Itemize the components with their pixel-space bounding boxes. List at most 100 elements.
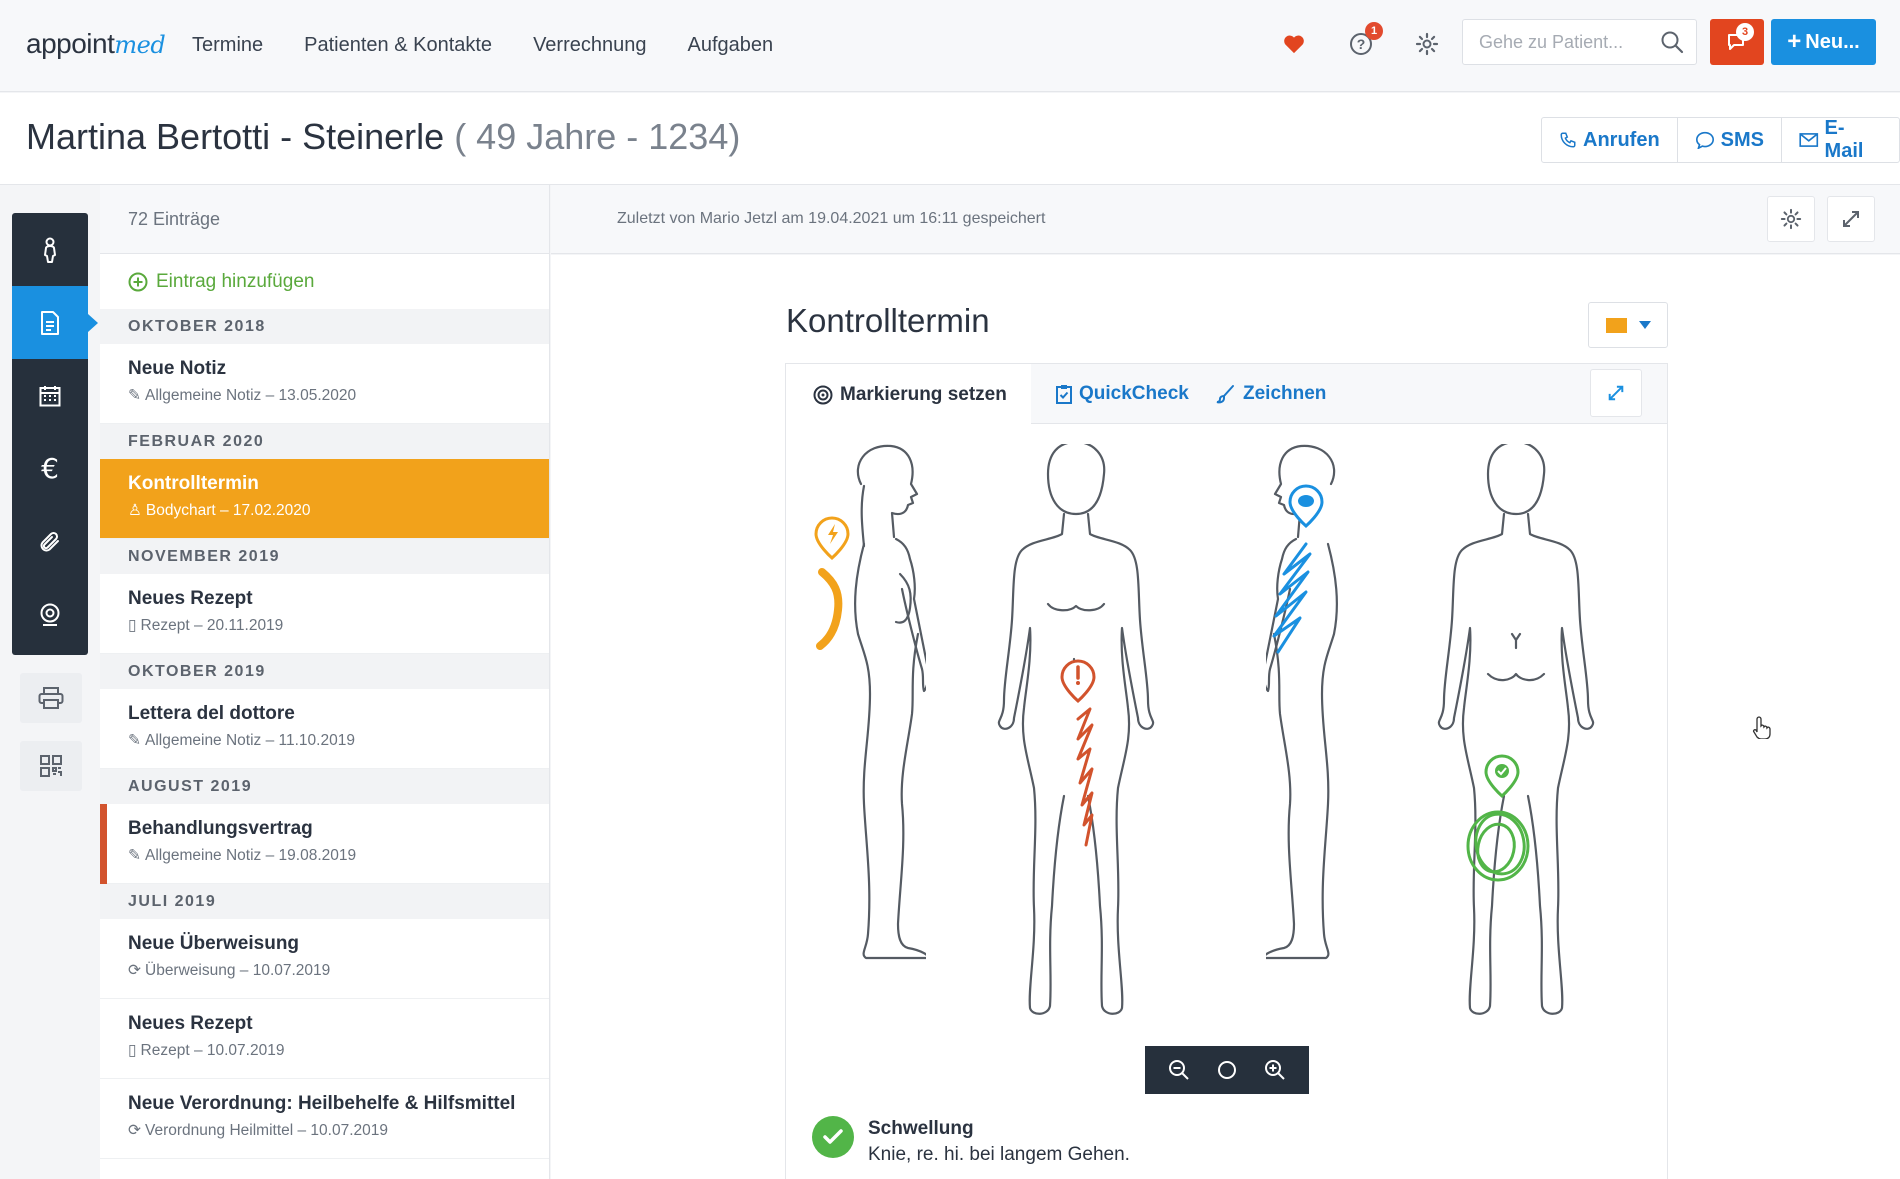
bodychart-expand-button[interactable] xyxy=(1590,369,1642,417)
rail-calendar[interactable] xyxy=(12,359,88,432)
color-select[interactable] xyxy=(1588,302,1668,348)
entry-meta: Rezept – 10.07.2019 xyxy=(140,1041,285,1059)
patient-name: Martina Bertotti - Steinerle xyxy=(26,116,445,157)
tab-markierung[interactable]: Markierung setzen xyxy=(786,364,1031,425)
patient-title: Martina Bertotti - Steinerle ( 49 Jahre … xyxy=(26,116,740,158)
help-icon[interactable]: ? 1 xyxy=(1345,22,1383,60)
green-check-marker[interactable] xyxy=(1456,754,1546,894)
patient-search-input[interactable] xyxy=(1463,20,1643,64)
document-settings-button[interactable] xyxy=(1767,196,1815,242)
orange-pain-marker[interactable] xyxy=(810,516,870,676)
entry-meta: Verordnung Heilmittel – 10.07.2019 xyxy=(145,1121,388,1139)
list-item[interactable]: Behandlungsvertrag ✎ Allgemeine Notiz – 1… xyxy=(100,804,549,884)
entry-title: Neues Rezept xyxy=(128,588,253,609)
bodychart-figure-back[interactable] xyxy=(1426,444,1606,1054)
speech-bubble-icon xyxy=(1695,131,1714,149)
fullscreen-button[interactable] xyxy=(1827,196,1875,242)
top-bar: appointmed Termine Patienten & Kontakte … xyxy=(0,0,1900,92)
plus-circle-icon xyxy=(128,272,148,291)
list-item-selected[interactable]: Kontrolltermin ♙ Bodychart – 17.02.2020 xyxy=(100,459,549,539)
entry-subtitle: ✎ Allgemeine Notiz – 13.05.2020 xyxy=(128,386,549,405)
entry-subtitle: ✎ Allgemeine Notiz – 11.10.2019 xyxy=(128,731,549,750)
pencil-icon: ✎ xyxy=(128,847,141,864)
rail-bodychart[interactable] xyxy=(12,213,88,286)
webcam-icon xyxy=(40,603,60,626)
entry-title: Lettera del dottore xyxy=(128,703,295,724)
month-header: OKTOBER 2018 xyxy=(100,309,549,344)
nav-patienten-kontakte[interactable]: Patienten & Kontakte xyxy=(304,34,492,57)
blue-comment-marker[interactable] xyxy=(1256,484,1336,724)
entries-count: 72 Einträge xyxy=(100,185,549,254)
document-icon xyxy=(41,310,59,335)
month-header: NOVEMBER 2019 xyxy=(100,539,549,574)
rail-billing[interactable]: € xyxy=(12,432,88,505)
zoom-out-icon[interactable] xyxy=(1168,1059,1190,1081)
qr-code-icon xyxy=(40,755,62,777)
month-header: JULI 2019 xyxy=(100,884,549,919)
settings-gear-icon[interactable] xyxy=(1411,28,1443,60)
tab-zeichnen[interactable]: Zeichnen xyxy=(1216,364,1326,424)
new-button[interactable]: + Neu... xyxy=(1771,19,1876,65)
list-item[interactable]: Lettera del dottore ✎ Allgemeine Notiz – … xyxy=(100,689,549,769)
bodychart-panel: Markierung setzen QuickCheck Zeichnen Sc… xyxy=(785,363,1668,1179)
search-icon[interactable] xyxy=(1660,30,1684,59)
document-title: Kontrolltermin xyxy=(786,302,990,339)
clipboard-icon: ▯ xyxy=(128,1042,137,1059)
svg-text:?: ? xyxy=(1357,36,1366,52)
entry-subtitle: ♙ Bodychart – 17.02.2020 xyxy=(128,501,549,520)
help-badge: 1 xyxy=(1365,22,1383,40)
finding-item[interactable]: Schwellung Knie, re. hi. bei langem Gehe… xyxy=(812,1116,1130,1166)
print-button[interactable] xyxy=(20,673,82,723)
month-header: AUGUST 2019 xyxy=(100,769,549,804)
main-nav: Termine Patienten & Kontakte Verrechnung… xyxy=(192,34,773,57)
comment-icon xyxy=(1298,495,1314,507)
pencil-icon: ✎ xyxy=(128,387,141,404)
patient-meta: ( 49 Jahre - 1234) xyxy=(454,116,741,157)
nav-verrechnung[interactable]: Verrechnung xyxy=(533,34,646,57)
caret-down-icon xyxy=(1638,321,1651,329)
zoom-reset-icon[interactable] xyxy=(1216,1059,1238,1081)
qr-code-button[interactable] xyxy=(20,741,82,791)
list-item[interactable]: Neue Verordnung: Heilbehelfe & Hilfsmitt… xyxy=(100,1079,549,1159)
nav-aufgaben[interactable]: Aufgaben xyxy=(687,34,773,57)
tab-quickcheck[interactable]: QuickCheck xyxy=(1056,364,1189,424)
rail-attachments[interactable] xyxy=(12,505,88,578)
red-warning-marker[interactable] xyxy=(1056,659,1116,919)
nav-termine[interactable]: Termine xyxy=(192,34,263,57)
paperclip-icon xyxy=(40,531,59,551)
rail-camera[interactable] xyxy=(12,578,88,651)
list-item[interactable]: Neues Rezept ▯ Rezept – 20.11.2019 xyxy=(100,574,549,654)
add-entry-button[interactable]: Eintrag hinzufügen xyxy=(100,254,549,309)
entry-meta: Allgemeine Notiz – 19.08.2019 xyxy=(145,846,357,864)
entry-meta: Allgemeine Notiz – 13.05.2020 xyxy=(145,386,357,404)
list-item[interactable]: Neues Rezept ▯ Rezept – 10.07.2019 xyxy=(100,999,549,1079)
expand-icon xyxy=(1608,385,1624,401)
rail-documents[interactable] xyxy=(12,286,98,359)
entry-meta: Überweisung – 10.07.2019 xyxy=(145,961,331,979)
month-header: OKTOBER 2019 xyxy=(100,654,549,689)
sms-button[interactable]: SMS xyxy=(1678,118,1783,162)
app-logo[interactable]: appointmed xyxy=(26,28,166,60)
saved-note: Zuletzt von Mario Jetzl am 19.04.2021 um… xyxy=(617,210,1046,227)
expand-icon xyxy=(1843,211,1859,227)
entry-title: Neue Verordnung: Heilbehelfe & Hilfsmitt… xyxy=(128,1093,516,1114)
entry-subtitle: ▯ Rezept – 10.07.2019 xyxy=(128,1041,549,1060)
entry-title: Neues Rezept xyxy=(128,1013,253,1034)
call-button[interactable]: Anrufen xyxy=(1542,118,1678,162)
patient-header: Martina Bertotti - Steinerle ( 49 Jahre … xyxy=(0,93,1900,185)
entry-title: Kontrolltermin xyxy=(128,473,259,494)
list-item[interactable]: Neue Notiz ✎ Allgemeine Notiz – 13.05.202… xyxy=(100,344,549,424)
color-swatch xyxy=(1605,317,1627,333)
pencil-icon: ✎ xyxy=(128,732,141,749)
refresh-icon: ⟳ xyxy=(128,1122,141,1139)
notifications-button[interactable]: 3 xyxy=(1710,19,1764,65)
zoom-in-icon[interactable] xyxy=(1264,1059,1286,1081)
entry-subtitle: ▯ Rezept – 20.11.2019 xyxy=(128,616,549,635)
entry-subtitle: ✎ Allgemeine Notiz – 19.08.2019 xyxy=(128,846,549,865)
bodychart-tabs: Markierung setzen QuickCheck Zeichnen xyxy=(786,364,1667,425)
entry-title: Neue Notiz xyxy=(128,358,227,379)
email-button[interactable]: E-Mail xyxy=(1782,117,1899,162)
list-item[interactable]: Neue Überweisung ⟳ Überweisung – 10.07.20… xyxy=(100,919,549,999)
plus-icon: + xyxy=(1787,28,1802,55)
heart-icon[interactable] xyxy=(1278,28,1310,60)
